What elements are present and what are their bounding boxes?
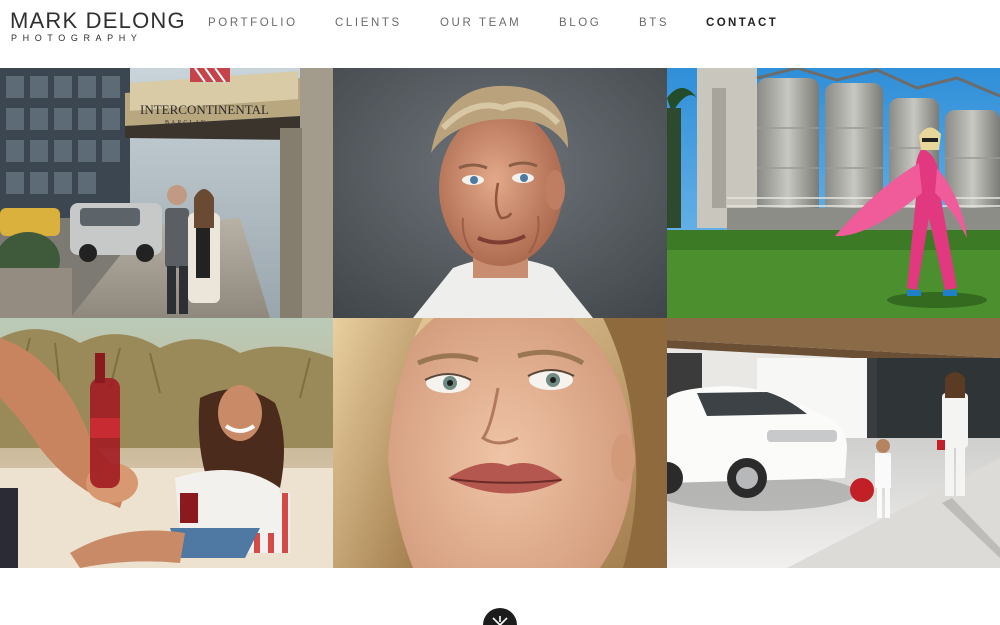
camera-shutter-icon[interactable] <box>483 608 517 625</box>
nav-item-blog[interactable]: BLOG <box>559 15 601 31</box>
beauty-closeup-photo[interactable] <box>333 318 667 568</box>
nav-item-bts[interactable]: BTS <box>639 15 669 31</box>
nav-item-contact[interactable]: CONTACT <box>706 15 778 31</box>
logo-link[interactable]: MARK DELONG PHOTOGRAPHY <box>10 8 190 44</box>
hotel-couple-photo[interactable]: INTERCONTINENTAL BARCLAY <box>0 68 333 318</box>
brand-tagline: PHOTOGRAPHY <box>11 33 143 43</box>
page: MARK DELONG PHOTOGRAPHY PORTFOLIO CLIENT… <box>0 0 1000 625</box>
beach-cola-photo[interactable] <box>0 318 333 568</box>
pink-fashion-industrial-photo[interactable] <box>667 68 1000 318</box>
hotel-sign-text: INTERCONTINENTAL <box>140 102 269 117</box>
nav-item-our-team[interactable]: OUR TEAM <box>440 15 521 31</box>
brand-name: MARK DELONG <box>10 8 186 33</box>
photo-grid: INTERCONTINENTAL BARCLAY <box>0 68 1000 568</box>
nav-item-portfolio[interactable]: PORTFOLIO <box>208 15 298 31</box>
nav-item-clients[interactable]: CLIENTS <box>335 15 402 31</box>
white-car-family-photo[interactable] <box>667 318 1000 568</box>
chef-portrait-photo[interactable] <box>333 68 667 318</box>
site-header: MARK DELONG PHOTOGRAPHY PORTFOLIO CLIENT… <box>0 0 1000 68</box>
